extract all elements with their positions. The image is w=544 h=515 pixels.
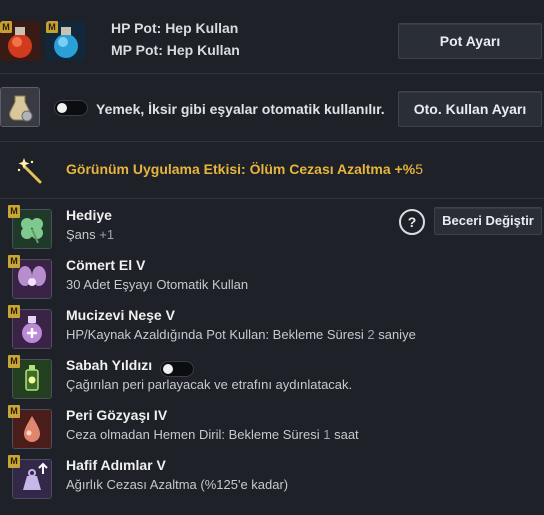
- divider: [0, 73, 544, 74]
- pot-settings-button[interactable]: Pot Ayarı: [398, 23, 542, 59]
- morning-star-toggle[interactable]: [160, 361, 194, 377]
- skill-name: Hediye: [66, 207, 112, 223]
- appearance-effect-text: Görünüm Uygulama Etkisi: Ölüm Cezası Aza…: [66, 161, 423, 177]
- effect-value: 5: [415, 161, 423, 177]
- skill-name: Hafif Adımlar V: [66, 457, 166, 473]
- mastery-badge: M: [8, 405, 20, 418]
- skill-row: M Hafif Adımlar V Ağırlık Cezası Azaltma…: [0, 455, 544, 505]
- mastery-badge: M: [8, 455, 20, 468]
- auto-use-settings-button[interactable]: Oto. Kullan Ayarı: [398, 91, 542, 127]
- skill-description: 30 Adet Eşyayı Otomatik Kullan: [66, 277, 249, 292]
- skill-description: Çağırılan peri parlayacak ve etrafını ay…: [66, 377, 353, 392]
- hp-pot-badge: M: [0, 21, 12, 33]
- effect-label: Görünüm Uygulama Etkisi: Ölüm Cezası Aza…: [66, 161, 416, 177]
- auto-use-label: Yemek, İksir gibi eşyalar otomatik kulla…: [96, 101, 385, 117]
- skill-row: M Cömert El V 30 Adet Eşyayı Otomatik Ku…: [0, 255, 544, 305]
- auto-use-icon: [0, 87, 40, 127]
- skill-row: M Mucizevi Neşe V HP/Kaynak Azaldığında …: [0, 305, 544, 355]
- divider: [0, 198, 544, 199]
- skill-name: Cömert El V: [66, 257, 146, 273]
- skill-description: Şans +1: [66, 227, 115, 242]
- skill-name: Peri Gözyaşı IV: [66, 407, 168, 423]
- pet-settings-panel: M M HP Pot: Hep Kullan MP Pot: Hep Kulla…: [0, 0, 544, 515]
- skill-description: Ağırlık Cezası Azaltma (%125'e kadar): [66, 477, 289, 492]
- mastery-badge: M: [8, 305, 20, 318]
- mp-pot-status: MP Pot: Hep Kullan: [111, 42, 240, 58]
- hp-pot-status: HP Pot: Hep Kullan: [111, 20, 239, 36]
- mastery-badge: M: [8, 205, 20, 218]
- mastery-badge: M: [8, 355, 20, 368]
- skill-name: Sabah Yıldızı: [66, 357, 153, 373]
- skill-description: Ceza olmadan Hemen Diril: Bekleme Süresi…: [66, 427, 359, 442]
- hp-pot-icon[interactable]: M: [0, 21, 40, 61]
- auto-use-toggle[interactable]: [54, 100, 88, 116]
- skill-row: M Hediye Şans +1: [0, 205, 544, 255]
- skill-row: M Sabah Yıldızı Çağırılan peri parlayaca…: [0, 355, 544, 405]
- magic-wand-icon: [17, 158, 42, 184]
- divider: [0, 141, 544, 142]
- toggle-knob: [57, 103, 67, 113]
- skill-row: M Peri Gözyaşı IV Ceza olmadan Hemen Dir…: [0, 405, 544, 455]
- skill-name: Mucizevi Neşe V: [66, 307, 175, 323]
- mastery-badge: M: [8, 255, 20, 268]
- skill-description: HP/Kaynak Azaldığında Pot Kullan: Beklem…: [66, 327, 416, 342]
- mp-pot-badge: M: [46, 21, 58, 33]
- mp-pot-icon[interactable]: M: [46, 21, 86, 61]
- toggle-knob: [163, 364, 173, 374]
